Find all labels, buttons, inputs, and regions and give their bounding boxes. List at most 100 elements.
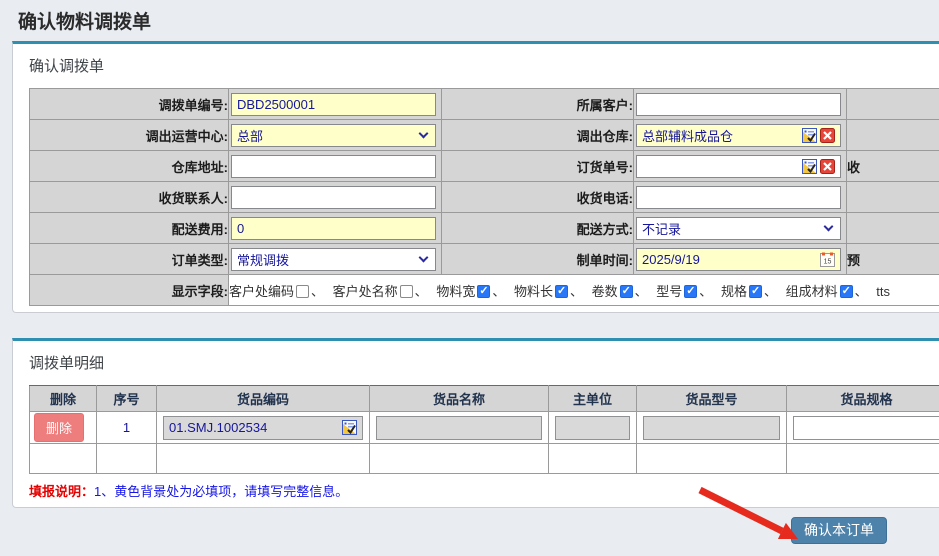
field-cell: [634, 182, 847, 213]
edge-label: [847, 89, 939, 120]
field-cell: 总部: [229, 120, 442, 151]
note-text: 1、黄色背景处为必填项，请填写完整信息。: [94, 484, 348, 499]
detail-empty-row: [30, 444, 939, 474]
chevron-down-icon: [419, 128, 429, 138]
receiver-contact-label: 收货联系人:: [30, 182, 229, 213]
annotation-arrow: [682, 480, 822, 550]
field-cell: 常规调拨: [229, 244, 442, 275]
delete-row-button[interactable]: 删除: [34, 413, 84, 442]
warehouse-address-input[interactable]: [231, 155, 436, 178]
field-cell: [229, 182, 442, 213]
chevron-down-icon: [419, 252, 429, 262]
checkbox-customer-name[interactable]: [400, 285, 413, 298]
note-label: 填报说明：: [29, 484, 94, 499]
receiver-phone-input[interactable]: [636, 186, 841, 209]
product-code-input: 01.SMJ.1002534: [163, 416, 363, 440]
field-cell: DBD2500001: [229, 89, 442, 120]
checkbox-model[interactable]: [684, 285, 697, 298]
field-cell: 不记录: [634, 213, 847, 244]
create-time-input[interactable]: 2025/9/19 15: [636, 248, 841, 271]
col-header-code: 货品编码: [157, 386, 370, 412]
edge-label: [847, 182, 939, 213]
field-cell: [634, 89, 847, 120]
clear-icon[interactable]: [820, 159, 835, 174]
edge-label: 预: [847, 244, 939, 275]
detail-header-row: 删除 序号 货品编码 货品名称 主单位 货品型号 货品规格: [30, 386, 939, 412]
panel-title: 调拨单明细: [29, 352, 939, 373]
checkbox-composition[interactable]: [840, 285, 853, 298]
checkbox-material-length[interactable]: [555, 285, 568, 298]
edge-label: 收: [847, 151, 939, 182]
source-warehouse-label: 调出仓库:: [442, 120, 634, 151]
col-header-spec: 货品规格: [787, 386, 939, 412]
col-header-name: 货品名称: [370, 386, 549, 412]
order-type-select[interactable]: 常规调拨: [231, 248, 436, 271]
delivery-fee-label: 配送费用:: [30, 213, 229, 244]
calendar-icon[interactable]: 15: [820, 252, 835, 267]
col-header-seq: 序号: [97, 386, 157, 412]
checkbox-customer-code[interactable]: [296, 285, 309, 298]
field-cell: [634, 151, 847, 182]
edge-label: [847, 213, 939, 244]
display-field-label: 型号: [656, 284, 682, 299]
form-row: 调拨单编号: DBD2500001 所属客户:: [30, 89, 939, 120]
delivery-method-select[interactable]: 不记录: [636, 217, 841, 240]
display-field-label: 客户处编码: [229, 284, 294, 299]
svg-text:15: 15: [824, 258, 832, 265]
panel-title: 确认调拨单: [29, 55, 939, 76]
order-form-table: 调拨单编号: DBD2500001 所属客户: 调出运营中心: 总部 调出仓库:…: [29, 88, 939, 306]
form-row: 订单类型: 常规调拨 制单时间: 2025/9/19 15 预: [30, 244, 939, 275]
receiver-phone-label: 收货电话:: [442, 182, 634, 213]
edge-label: [847, 120, 939, 151]
field-cell: 总部辅料成品仓: [634, 120, 847, 151]
source-center-select[interactable]: 总部: [231, 124, 436, 147]
delivery-method-label: 配送方式:: [442, 213, 634, 244]
form-row: 配送费用: 0 配送方式: 不记录: [30, 213, 939, 244]
transfer-no-input[interactable]: DBD2500001: [231, 93, 436, 116]
display-field-label: 规格: [721, 284, 747, 299]
col-header-model: 货品型号: [637, 386, 787, 412]
col-header-unit: 主单位: [549, 386, 637, 412]
order-no-input[interactable]: [636, 155, 841, 178]
lookup-icon[interactable]: [802, 128, 817, 143]
checkbox-spec[interactable]: [749, 285, 762, 298]
display-field-label: 客户处名称: [333, 284, 398, 299]
display-field-label: 物料长: [514, 284, 553, 299]
field-cell: 2025/9/19 15: [634, 244, 847, 275]
delivery-fee-input[interactable]: 0: [231, 217, 436, 240]
display-field-label: 卷数: [592, 284, 618, 299]
confirm-order-panel: 确认调拨单 调拨单编号: DBD2500001 所属客户: 调出运营中心: 总部…: [12, 41, 939, 313]
display-field-label: 物料宽: [436, 284, 475, 299]
field-cell: 0: [229, 213, 442, 244]
product-name-input: [376, 416, 542, 440]
source-warehouse-input[interactable]: 总部辅料成品仓: [636, 124, 841, 147]
display-fields-row: 显示字段: 客户处编码、 客户处名称、 物料宽、 物料长、 卷数、 型号、 规格…: [30, 275, 939, 306]
col-header-delete: 删除: [30, 386, 97, 412]
checkbox-roll-count[interactable]: [620, 285, 633, 298]
field-cell: [229, 151, 442, 182]
warehouse-address-label: 仓库地址:: [30, 151, 229, 182]
receiver-contact-input[interactable]: [231, 186, 436, 209]
detail-row: 删除 1 01.SMJ.1002534: [30, 412, 939, 444]
create-time-label: 制单时间:: [442, 244, 634, 275]
detail-table: 删除 序号 货品编码 货品名称 主单位 货品型号 货品规格 删除 1 01.SM…: [29, 385, 939, 474]
clear-icon[interactable]: [820, 128, 835, 143]
lookup-icon[interactable]: [802, 159, 817, 174]
transfer-no-label: 调拨单编号:: [30, 89, 229, 120]
customer-input[interactable]: [636, 93, 841, 116]
display-fields-label: 显示字段:: [30, 275, 229, 306]
display-field-label-partial: tts: [876, 284, 890, 299]
display-field-label: 组成材料: [786, 284, 838, 299]
lookup-icon[interactable]: [342, 420, 357, 435]
display-fields-cell: 客户处编码、 客户处名称、 物料宽、 物料长、 卷数、 型号、 规格、 组成材料…: [229, 275, 939, 306]
source-center-label: 调出运营中心:: [30, 120, 229, 151]
product-spec-input[interactable]: [793, 416, 939, 440]
product-model-input: [643, 416, 780, 440]
checkbox-material-width[interactable]: [477, 285, 490, 298]
form-row: 收货联系人: 收货电话:: [30, 182, 939, 213]
form-row: 调出运营中心: 总部 调出仓库: 总部辅料成品仓: [30, 120, 939, 151]
order-type-label: 订单类型:: [30, 244, 229, 275]
form-row: 仓库地址: 订货单号: 收: [30, 151, 939, 182]
order-no-label: 订货单号:: [442, 151, 634, 182]
page-title: 确认物料调拨单: [18, 7, 151, 34]
